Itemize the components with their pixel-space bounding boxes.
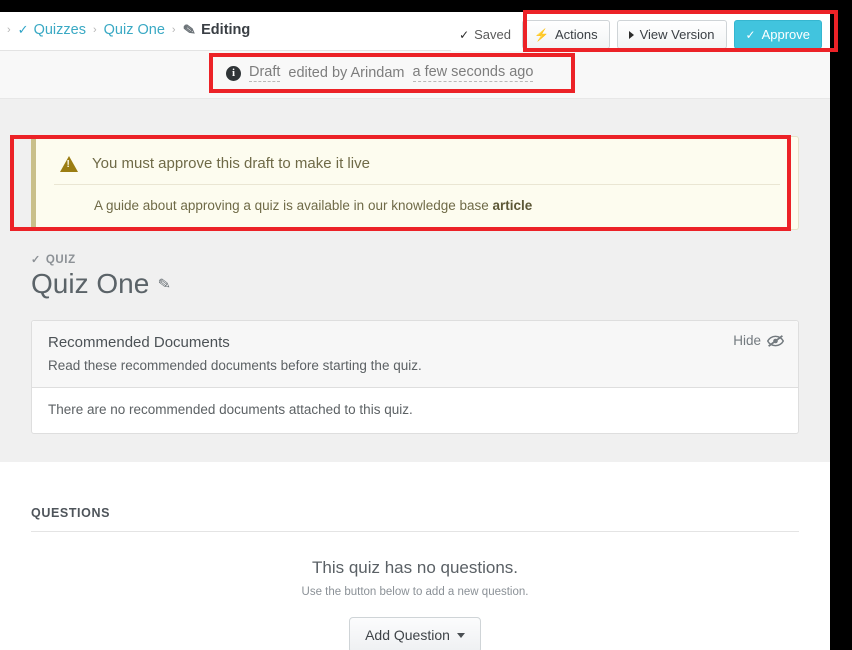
draft-timestamp[interactable]: a few seconds ago	[412, 64, 534, 82]
recommended-documents-panel: Recommended Documents Read these recomme…	[31, 320, 799, 434]
alert-body-link[interactable]: article	[493, 198, 533, 213]
breadcrumb-item-quizzes-label: Quizzes	[33, 22, 86, 38]
breadcrumb-item-quizzes[interactable]: ✓ Quizzes	[18, 22, 86, 38]
breadcrumb-item-quiz-one[interactable]: Quiz One	[104, 22, 165, 38]
questions-section-title: QUESTIONS	[31, 506, 799, 532]
add-question-button[interactable]: Add Question	[349, 617, 481, 650]
quiz-kicker: ✓ QUIZ	[31, 253, 830, 267]
quiz-kicker-label: QUIZ	[45, 253, 76, 266]
approve-button[interactable]: ✓ Approve	[733, 20, 822, 49]
caret-right-icon	[628, 30, 634, 39]
pencil-icon[interactable]: ✎	[157, 274, 172, 294]
alert-header: You must approve this draft to make it l…	[54, 151, 780, 185]
check-icon: ✓	[31, 254, 41, 266]
view-version-button-label: View Version	[639, 27, 715, 42]
top-bar: › ✓ Quizzes › Quiz One › ✎ Editing ✓ Sav…	[0, 12, 830, 51]
questions-section: QUESTIONS This quiz has no questions. Us…	[0, 462, 830, 650]
info-icon: i	[226, 65, 241, 81]
actions-button[interactable]: ⚡ Actions	[522, 20, 610, 49]
alert-body: A guide about approving a quiz is availa…	[54, 185, 780, 213]
action-toolbar: ✓ Saved ⚡ Actions View Version ✓ Approve	[451, 18, 826, 51]
hide-link-label: Hide	[733, 333, 761, 348]
eye-slash-icon	[767, 334, 784, 347]
recommended-documents-header: Recommended Documents Read these recomme…	[32, 321, 798, 388]
recommended-documents-empty: There are no recommended documents attac…	[32, 388, 798, 433]
breadcrumb: › ✓ Quizzes › Quiz One › ✎ Editing	[0, 21, 251, 40]
breadcrumb-separator-1: ›	[92, 23, 97, 36]
recommended-documents-wrapper: Recommended Documents Read these recomme…	[0, 300, 830, 434]
recommended-documents-title: Recommended Documents	[48, 334, 230, 351]
draft-notice-strip: i Draft edited by Arindam a few seconds …	[0, 51, 830, 99]
check-icon: ✓	[17, 22, 29, 37]
draft-notice: i Draft edited by Arindam a few seconds …	[214, 58, 546, 88]
bolt-icon: ⚡	[534, 27, 549, 42]
check-icon: ✓	[745, 27, 756, 42]
breadcrumb-item-editing: ✎ Editing	[181, 21, 251, 40]
breadcrumb-item-editing-label: Editing	[201, 22, 251, 38]
view-version-button[interactable]: View Version	[616, 20, 727, 49]
check-icon: ✓	[459, 27, 470, 42]
approve-button-label: Approve	[761, 27, 810, 42]
breadcrumb-separator-2: ›	[171, 23, 176, 36]
draft-status-label[interactable]: Draft	[249, 64, 281, 82]
caret-down-icon	[456, 632, 465, 638]
warning-triangle-icon	[60, 155, 78, 172]
breadcrumb-separator-0: ›	[7, 23, 11, 36]
questions-empty-subtitle: Use the button below to add a new questi…	[301, 586, 529, 598]
add-question-button-label: Add Question	[365, 627, 450, 643]
page-title: Quiz One ✎	[31, 268, 830, 300]
actions-button-label: Actions	[554, 27, 598, 42]
draft-notice-middle: edited by Arindam	[288, 65, 405, 81]
recommended-documents-subtitle: Read these recommended documents before …	[48, 358, 422, 373]
alert-title: You must approve this draft to make it l…	[92, 155, 370, 172]
alert-wrapper: You must approve this draft to make it l…	[0, 99, 830, 230]
questions-empty-title: This quiz has no questions.	[311, 558, 518, 577]
alert-body-text: A guide about approving a quiz is availa…	[94, 198, 493, 213]
grey-content-region: You must approve this draft to make it l…	[0, 99, 830, 462]
screenshot-viewport: › ✓ Quizzes › Quiz One › ✎ Editing ✓ Sav…	[0, 0, 852, 650]
page-root: › ✓ Quizzes › Quiz One › ✎ Editing ✓ Sav…	[0, 12, 830, 650]
pencil-icon: ✎	[181, 21, 197, 40]
status-badge-saved: ✓ Saved	[455, 27, 515, 42]
page-title-text: Quiz One	[31, 268, 150, 299]
saved-label: Saved	[474, 27, 511, 42]
quiz-title-block: ✓ QUIZ Quiz One ✎	[0, 230, 830, 300]
questions-empty-state: This quiz has no questions. Use the butt…	[31, 532, 799, 650]
breadcrumb-item-quiz-one-label: Quiz One	[103, 22, 165, 38]
approve-draft-alert: You must approve this draft to make it l…	[31, 136, 799, 230]
hide-link[interactable]: Hide	[733, 333, 784, 348]
